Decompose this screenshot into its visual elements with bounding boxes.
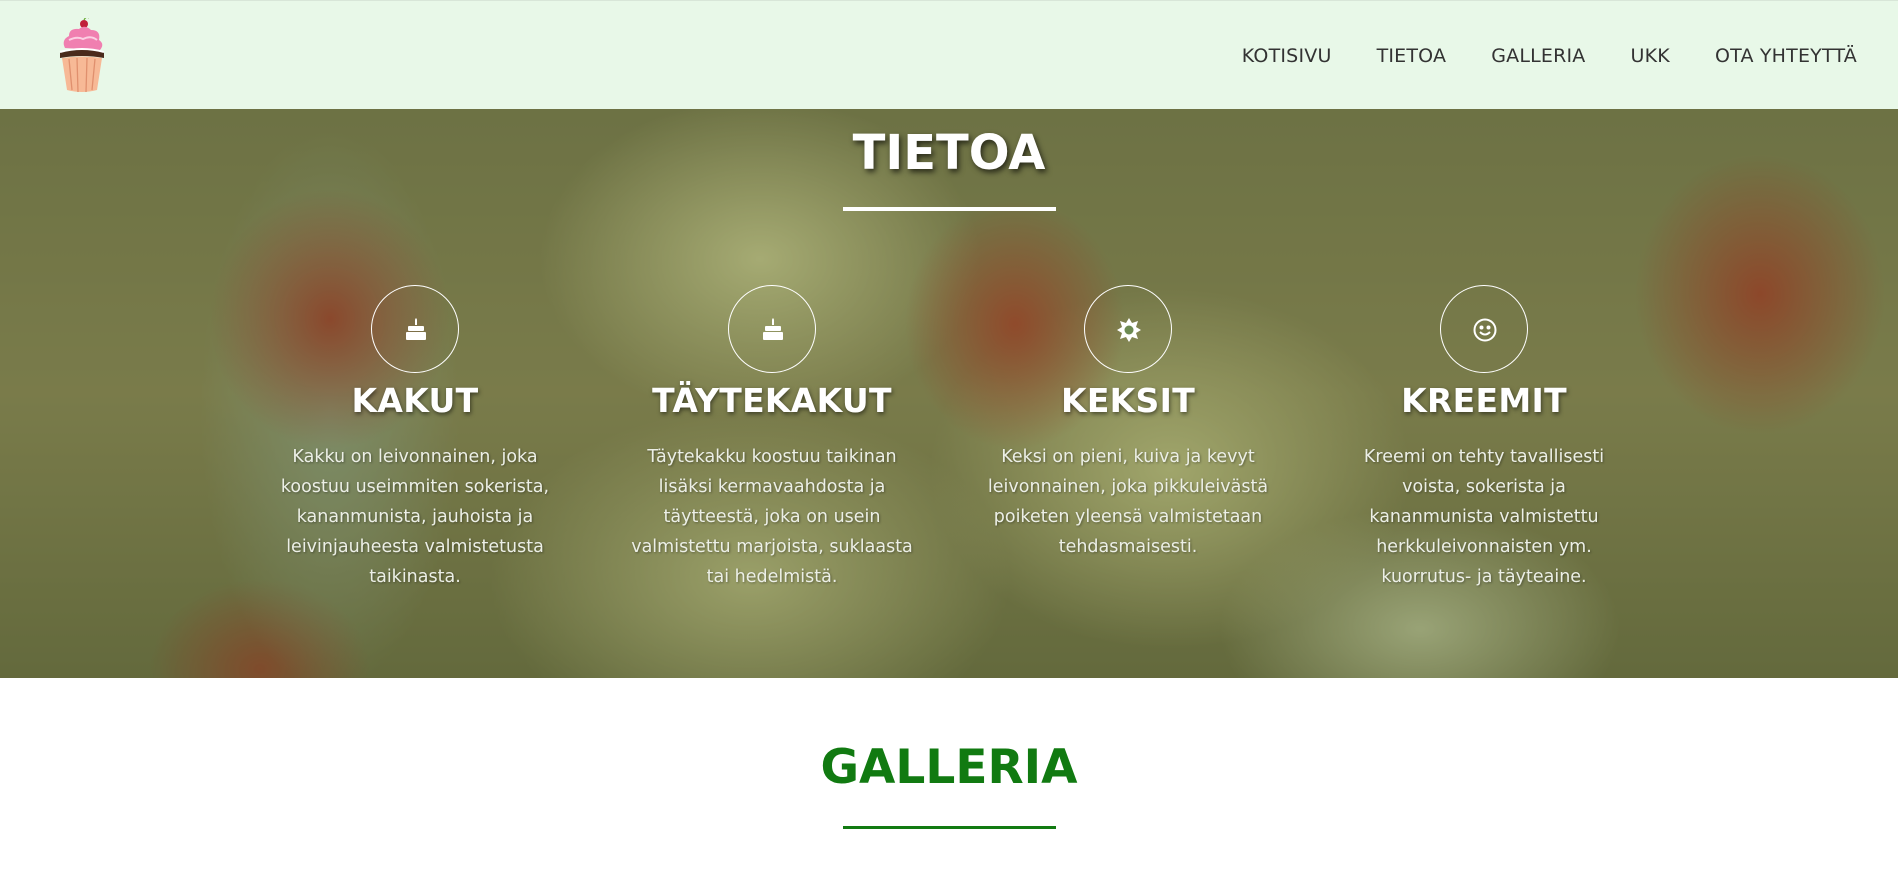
nav-link-ukk[interactable]: UKK xyxy=(1631,45,1670,67)
about-title-underline xyxy=(843,207,1056,211)
feature-kreemit: KREEMIT Kreemi on tehty tavallisesti voi… xyxy=(1324,285,1644,592)
sun-icon xyxy=(1084,285,1172,373)
about-section: TIETOA KAKUT Kakku on leivonnainen, joka… xyxy=(0,109,1898,678)
feature-text: Kakku on leivonnainen, joka koostuu usei… xyxy=(280,447,550,587)
feature-taytekakut: TÄYTEKAKUT Täytekakku koostuu taikinan l… xyxy=(612,285,932,592)
nav-link-ota-yhteytta[interactable]: OTA YHTEYTTÄ xyxy=(1715,45,1857,67)
feature-text: Keksi on pieni, kuiva ja kevyt leivonnai… xyxy=(987,447,1269,557)
feature-kakut: KAKUT Kakku on leivonnainen, joka koostu… xyxy=(255,285,575,592)
gallery-title: GALLERIA xyxy=(820,740,1078,795)
nav-link-kotisivu[interactable]: KOTISIVU xyxy=(1242,45,1332,67)
feature-text: Kreemi on tehty tavallisesti voista, sok… xyxy=(1363,447,1605,587)
feature-title: KEKSIT xyxy=(1060,381,1196,420)
main-nav: KOTISIVU TIETOA GALLERIA UKK OTA YHTEYTT… xyxy=(1197,1,1857,110)
gallery-title-underline xyxy=(843,826,1056,829)
navbar: KOTISIVU TIETOA GALLERIA UKK OTA YHTEYTT… xyxy=(0,0,1898,109)
about-title: TIETOA xyxy=(852,125,1046,181)
nav-link-galleria[interactable]: GALLERIA xyxy=(1491,45,1585,67)
cake-icon xyxy=(728,285,816,373)
smile-icon xyxy=(1440,285,1528,373)
feature-title: KREEMIT xyxy=(1401,381,1567,420)
feature-keksit: KEKSIT Keksi on pieni, kuiva ja kevyt le… xyxy=(968,285,1288,562)
cake-icon xyxy=(371,285,459,373)
nav-link-tietoa[interactable]: TIETOA xyxy=(1377,45,1447,67)
feature-text: Täytekakku koostuu taikinan lisäksi kerm… xyxy=(631,447,913,587)
cupcake-logo-icon[interactable] xyxy=(55,16,109,94)
feature-title: TÄYTEKAKUT xyxy=(652,381,892,420)
feature-title: KAKUT xyxy=(351,381,479,420)
